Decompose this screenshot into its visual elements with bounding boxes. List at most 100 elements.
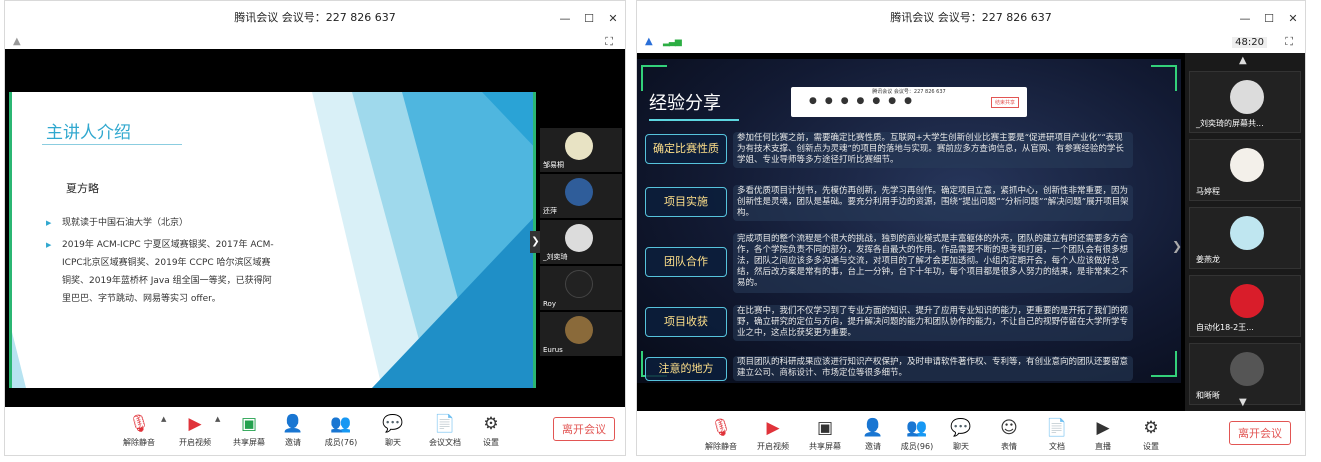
chevron-up-icon[interactable]: ▲ (161, 415, 166, 423)
status-bar: ▲ ⛶ (5, 35, 625, 49)
share-screen-button[interactable]: ▣ 共享屏幕 (799, 417, 851, 452)
participant-tile[interactable]: 马婷程 (1189, 139, 1301, 201)
leave-meeting-button[interactable]: 离开会议 (1229, 421, 1291, 445)
leave-meeting-button[interactable]: 离开会议 (553, 417, 615, 441)
meeting-timer: 48:20 (1232, 37, 1267, 48)
window-controls: — ☐ ✕ (1239, 1, 1299, 35)
slide-heading: 主讲人介绍 (46, 123, 131, 143)
minimize-icon[interactable]: — (559, 12, 571, 25)
avatar (1230, 80, 1264, 114)
participant-tile[interactable]: 还萍 (540, 174, 622, 218)
avatar (1230, 216, 1264, 250)
avatar (1230, 148, 1264, 182)
meeting-window-right: 腾讯会议 会议号：227 826 637 — ☐ ✕ ▲ ▂▃▅ 48:20 ⛶… (636, 0, 1306, 456)
section-label: 确定比赛性质 (645, 134, 727, 164)
divider (42, 144, 182, 145)
members-button[interactable]: 👥 成员(76) (315, 413, 367, 448)
title-bar: 腾讯会议 会议号：227 826 637 — ☐ ✕ (5, 1, 625, 35)
camera-off-icon: ▶ (766, 418, 780, 438)
chat-label: 聊天 (385, 438, 401, 447)
maximize-icon[interactable]: ☐ (583, 12, 595, 25)
chat-label: 聊天 (953, 442, 969, 451)
start-video-button[interactable]: ▶ 开启视频 (747, 417, 799, 452)
participant-tile[interactable]: 邹易桐 (540, 128, 622, 172)
chevron-up-icon[interactable]: ▲ (1239, 55, 1247, 66)
unmute-label: 解除静音 (123, 438, 155, 447)
avatar (1230, 352, 1264, 386)
document-button[interactable]: 📄 会议文档 (419, 413, 471, 448)
fullscreen-icon[interactable]: ⛶ (605, 35, 613, 49)
start-video-button[interactable]: ▶ 开启视频 (169, 413, 221, 448)
mic-off-icon: 🎙 (710, 418, 732, 438)
stop-share-button[interactable]: 结束共享 (990, 97, 1019, 108)
shared-slide: 主讲人介绍 夏方略 现就读于中国石油大学（北京） 2019年 ACM-ICPC … (9, 92, 536, 388)
avatar (565, 178, 593, 206)
participant-name: 还萍 (543, 207, 557, 215)
mini-title: 腾讯会议 会议号：227 826 637 (872, 89, 946, 95)
avatar (565, 132, 593, 160)
participant-tile[interactable]: Roy (540, 266, 622, 310)
emoji-icon: ☺ (1000, 418, 1018, 438)
participant-tile[interactable]: Eurus (540, 312, 622, 356)
share-stage: 主讲人介绍 夏方略 现就读于中国石油大学（北京） 2019年 ACM-ICPC … (5, 49, 625, 407)
window-title: 腾讯会议 会议号：227 826 637 (890, 11, 1052, 24)
corner-decoration (1151, 65, 1177, 91)
status-bar: ▲ ▂▃▅ 48:20 ⛶ (637, 35, 1305, 53)
mini-toolbar-overlay: 腾讯会议 会议号：227 826 637 ●●●●●●● 结束共享 (791, 87, 1027, 117)
shared-slide: 经验分享 确定比赛性质 参加任何比赛之前，需要确定比赛性质。互联网+大学生创新创… (637, 59, 1181, 383)
chat-button[interactable]: 💬 聊天 (367, 413, 419, 448)
participant-tile[interactable]: 自动化18-2王... (1189, 275, 1301, 337)
section-text: 参加任何比赛之前，需要确定比赛性质。互联网+大学生创新创业比赛主要是“促进研项目… (733, 132, 1133, 168)
unmute-button[interactable]: 🎙 解除静音 (113, 413, 165, 448)
participant-tile[interactable]: _刘奕琦 (540, 220, 622, 264)
chat-button[interactable]: 💬 聊天 (935, 417, 987, 452)
unmute-button[interactable]: 🎙 解除静音 (695, 417, 747, 452)
section-label: 项目收获 (645, 307, 727, 337)
participant-tile[interactable]: 姜燕龙 (1189, 207, 1301, 269)
close-icon[interactable]: ✕ (607, 12, 619, 25)
settings-button[interactable]: ⚙ 设置 (1125, 417, 1177, 452)
participant-column: ▲ _刘奕琦的屏幕共... 马婷程 姜燕龙 自动化18-2王... 和晰晰 ▼ (1185, 53, 1305, 411)
invite-button[interactable]: 👤 邀请 (267, 413, 319, 448)
unmute-label: 解除静音 (705, 442, 737, 451)
live-button[interactable]: ▶ 直播 (1077, 417, 1129, 452)
live-label: 直播 (1095, 442, 1111, 451)
fullscreen-icon[interactable]: ⛶ (1285, 35, 1293, 49)
participant-name: 姜燕龙 (1196, 255, 1220, 264)
participant-name: 和晰晰 (1196, 391, 1220, 400)
section-text: 在比赛中，我们不仅学习到了专业方面的知识、提升了应用专业知识的能力，更重要的是开… (733, 305, 1133, 341)
emoji-button[interactable]: ☺ 表情 (983, 417, 1035, 452)
signal-icon[interactable]: ▂▃▅ (663, 37, 682, 47)
avatar (565, 224, 593, 252)
minimize-icon[interactable]: — (1239, 12, 1251, 25)
slide-heading: 经验分享 (649, 93, 721, 114)
participant-tile[interactable]: 和晰晰 (1189, 343, 1301, 405)
document-label: 文档 (1049, 442, 1065, 451)
chevron-up-icon[interactable]: ▲ (215, 415, 220, 423)
shield-icon[interactable]: ▲ (645, 36, 653, 47)
avatar (565, 316, 593, 344)
section-label: 注意的地方 (645, 357, 727, 381)
corner-decoration (641, 65, 667, 91)
settings-button[interactable]: ⚙ 设置 (465, 413, 517, 448)
document-button[interactable]: 📄 文档 (1031, 417, 1083, 452)
maximize-icon[interactable]: ☐ (1263, 12, 1275, 25)
mic-off-icon: 🎙 (128, 414, 150, 434)
close-icon[interactable]: ✕ (1287, 12, 1299, 25)
bullet-item: 2019年 ACM-ICPC 宁夏区域赛银奖、2017年 ACM-ICPC北京区… (46, 236, 278, 308)
meeting-window-left: 腾讯会议 会议号：227 826 637 — ☐ ✕ ▲ ⛶ 主讲人介绍 夏方略… (4, 0, 626, 456)
participant-tile[interactable]: _刘奕琦的屏幕共... (1189, 71, 1301, 133)
divider (649, 119, 739, 121)
section-label: 项目实施 (645, 187, 727, 217)
section-text: 完成项目的整个流程是个很大的挑战，独到的商业模式是丰富躯体的外壳，团队的建立有时… (733, 233, 1133, 293)
share-screen-label: 共享屏幕 (809, 442, 841, 451)
speaker-name: 夏方略 (66, 182, 99, 195)
chevron-down-icon[interactable]: ▼ (1239, 397, 1247, 408)
participant-name: _刘奕琦的屏幕共... (1196, 119, 1264, 128)
chevron-right-icon[interactable]: ❯ (1172, 239, 1181, 253)
window-controls: — ☐ ✕ (559, 1, 619, 35)
start-video-label: 开启视频 (179, 438, 211, 447)
settings-label: 设置 (1143, 442, 1159, 451)
shield-icon[interactable]: ▲ (13, 36, 21, 47)
share-stage: 经验分享 确定比赛性质 参加任何比赛之前，需要确定比赛性质。互联网+大学生创新创… (637, 53, 1305, 411)
